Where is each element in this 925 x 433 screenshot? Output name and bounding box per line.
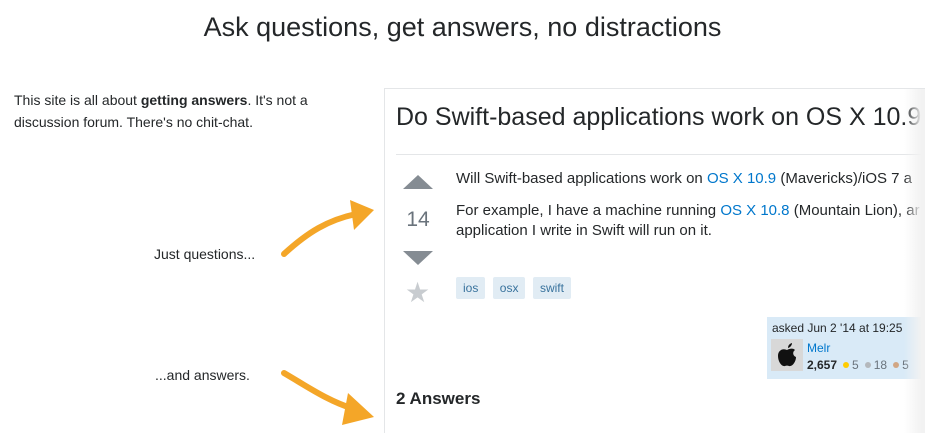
body-paragraph: Will Swift-based applications work on OS… <box>456 169 925 189</box>
asked-date: asked Jun 2 '14 at 19:25 <box>772 321 903 335</box>
tag-list: ios osx swift <box>456 277 574 299</box>
tag-swift[interactable]: swift <box>532 277 571 299</box>
tag-ios[interactable]: ios <box>456 277 486 299</box>
owner-card: asked Jun 2 '14 at 19:25 Melr 2,6575185 <box>767 317 925 379</box>
question-body: Will Swift-based applications work on OS… <box>456 169 925 253</box>
owner-stats: 2,6575185 <box>807 358 909 372</box>
page-headline: Ask questions, get answers, no distracti… <box>203 12 722 42</box>
vote-count: 14 <box>406 208 430 231</box>
reputation: 2,657 <box>807 358 838 372</box>
silver-count: 18 <box>873 358 888 372</box>
tag-osx[interactable]: osx <box>492 277 526 299</box>
vote-down-icon[interactable] <box>403 251 433 265</box>
question-title[interactable]: Do Swift-based applications work on OS X… <box>396 103 925 132</box>
owner-name[interactable]: Melr <box>807 341 830 355</box>
bronze-badge-icon <box>893 362 900 369</box>
answers-heading: 2 Answers <box>396 389 481 408</box>
intro-bold: getting answers <box>140 92 248 108</box>
apple-logo-icon <box>771 339 803 371</box>
body-text: (Mountain Lion), ar <box>789 202 920 219</box>
body-text: (Mavericks)/iOS 7 a <box>776 170 913 187</box>
callout-arrow-icon <box>281 200 374 257</box>
intro-prefix: This site is all about <box>14 92 141 108</box>
panel-edge-fade <box>904 89 925 433</box>
gold-badge-icon <box>843 362 850 369</box>
callout-questions: Just questions... <box>154 246 256 262</box>
body-text: For example, I have a machine running <box>456 202 721 219</box>
body-text: Will Swift-based applications work on <box>456 170 707 187</box>
body-text: application I write in Swift will run on… <box>456 222 712 239</box>
callout-answers: ...and answers. <box>155 367 250 383</box>
vote-up-icon[interactable] <box>403 175 433 189</box>
favorite-star-icon[interactable]: ★ <box>405 279 430 307</box>
os-x-10-8-link[interactable]: OS X 10.8 <box>720 202 789 219</box>
question-panel: Do Swift-based applications work on OS X… <box>384 88 925 433</box>
os-x-10-9-link[interactable]: OS X 10.9 <box>707 170 776 187</box>
avatar[interactable] <box>771 339 803 371</box>
gold-count: 5 <box>852 358 859 372</box>
title-divider <box>396 154 925 155</box>
callout-arrow-icon <box>281 370 374 425</box>
body-paragraph: For example, I have a machine running OS… <box>456 201 925 241</box>
silver-badge-icon <box>864 362 871 369</box>
intro-text: This site is all about getting answers. … <box>14 89 334 133</box>
